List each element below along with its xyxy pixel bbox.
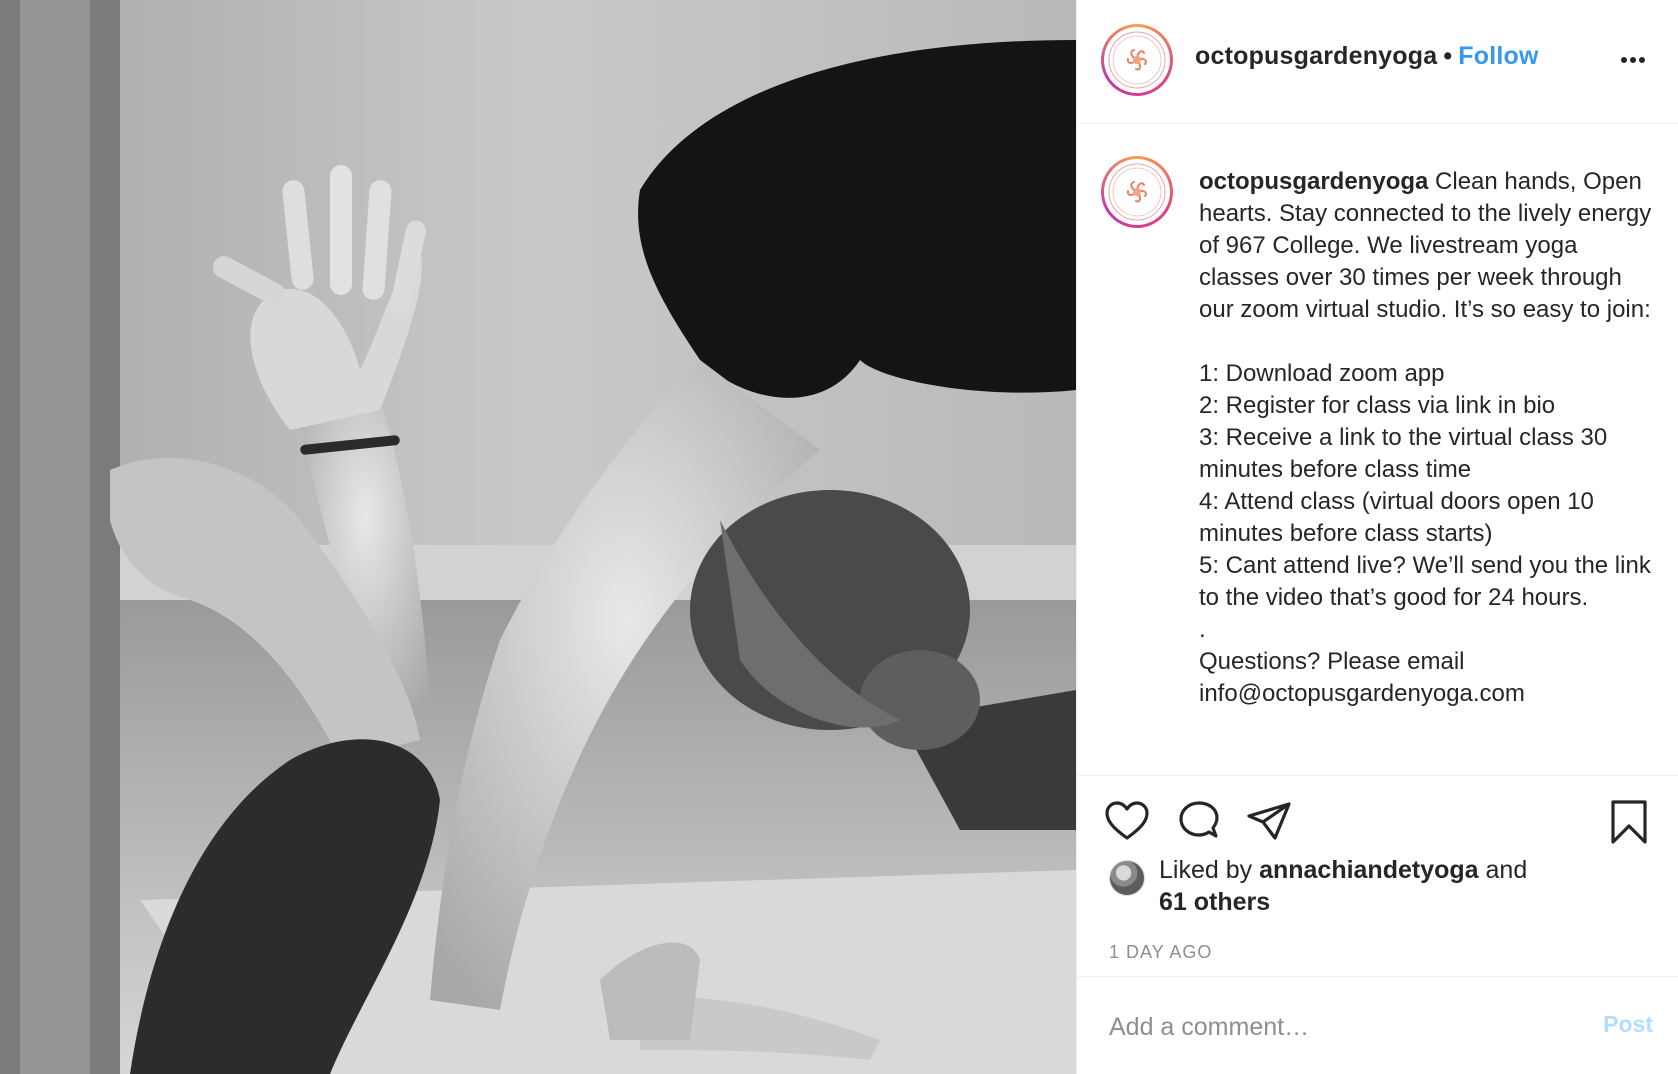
comment-bar: Post [1077, 976, 1678, 1074]
post-comment-button[interactable]: Post [1603, 1011, 1653, 1038]
more-horizontal-icon [1621, 57, 1645, 63]
caption-body: Clean hands, Open hearts. Stay connected… [1199, 168, 1652, 707]
heart-icon [1105, 801, 1149, 840]
follow-button[interactable]: Follow [1458, 42, 1538, 70]
header-username-link[interactable]: octopusgardenyoga [1195, 42, 1437, 70]
avatar-logo [1104, 27, 1170, 93]
bookmark-icon [1611, 800, 1647, 844]
profile-avatar[interactable] [1101, 24, 1173, 96]
separator-dot: • [1443, 42, 1453, 70]
liker-avatar[interactable] [1109, 860, 1145, 896]
header-title: octopusgardenyoga • Follow [1195, 42, 1539, 71]
share-button[interactable] [1245, 798, 1293, 846]
liked-by-text: Liked by annachiandetyoga and 61 others [1159, 854, 1619, 918]
comment-icon [1179, 801, 1219, 838]
comments-scroll-area[interactable]: octopusgardenyoga Clean hands, Open hear… [1077, 124, 1678, 775]
post-sidebar: octopusgardenyoga • Follow octopusgarden… [1076, 0, 1678, 1074]
liked-prefix: Liked by [1159, 856, 1260, 884]
octopus-logo-icon [1108, 31, 1166, 89]
post-header: octopusgardenyoga • Follow [1077, 0, 1678, 124]
post-timestamp[interactable]: 1 DAY AGO [1109, 942, 1212, 963]
share-icon [1247, 802, 1291, 840]
post-actions: Liked by annachiandetyoga and 61 others 1… [1077, 775, 1678, 1074]
likes-count-link[interactable]: 61 others [1159, 888, 1270, 916]
post-caption: octopusgardenyoga Clean hands, Open hear… [1199, 166, 1659, 710]
like-button[interactable] [1103, 798, 1151, 846]
comment-input[interactable] [1109, 1007, 1549, 1047]
caption-avatar[interactable] [1101, 156, 1173, 228]
yoga-photo-illustration [0, 0, 1076, 1074]
save-button[interactable] [1605, 798, 1653, 846]
more-options-button[interactable] [1613, 40, 1653, 80]
liker-username-link[interactable]: annachiandetyoga [1259, 856, 1479, 884]
octopus-logo-icon [1108, 163, 1166, 221]
comment-button[interactable] [1175, 798, 1223, 846]
caption-avatar-logo [1104, 159, 1170, 225]
liked-middle: and [1478, 856, 1528, 884]
post-photo[interactable] [0, 0, 1076, 1074]
caption-username-link[interactable]: octopusgardenyoga [1199, 168, 1428, 195]
